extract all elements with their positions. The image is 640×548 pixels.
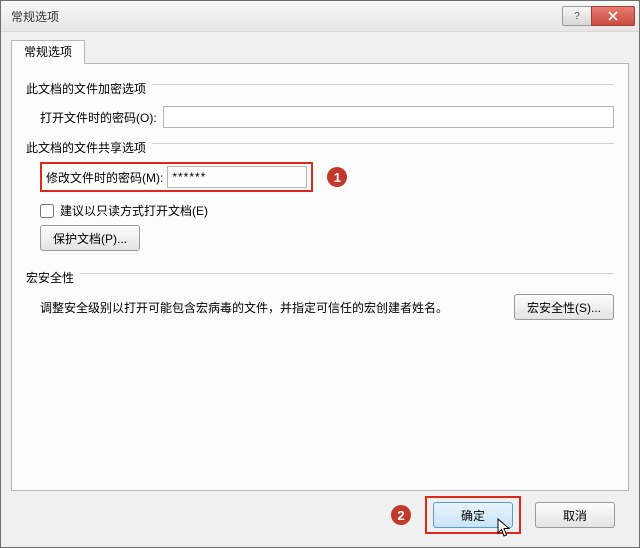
divider [152,143,614,144]
window-title: 常规选项 [11,8,563,25]
annotation-highlight-1: 修改文件时的密码(M): [40,162,313,192]
titlebar: 常规选项 ? [1,1,639,32]
annotation-callout-2: 2 [391,505,411,525]
open-password-row: 打开文件时的密码(O): [40,105,614,129]
close-icon [608,11,618,21]
divider [80,273,614,274]
modify-password-input[interactable] [167,166,307,188]
window-controls: ? [563,6,635,26]
readonly-checkbox[interactable] [40,204,54,218]
group-share-title: 此文档的文件共享选项 [26,139,146,156]
macro-security-button[interactable]: 宏安全性(S)... [514,294,614,320]
group-encrypt-header: 此文档的文件加密选项 [26,76,614,99]
modify-password-label: 修改文件时的密码(M): [46,169,163,186]
annotation-highlight-2: 确定 [425,496,521,534]
tab-general[interactable]: 常规选项 [11,40,85,64]
open-password-input[interactable] [163,106,614,128]
open-password-label: 打开文件时的密码(O): [40,109,157,126]
help-icon: ? [574,11,580,22]
tabstrip: 常规选项 [11,40,629,64]
divider [152,84,614,85]
macro-row: 调整安全级别以打开可能包含宏病毒的文件，并指定可信任的宏创建者姓名。 宏安全性(… [40,294,614,320]
annotation-callout-1: 1 [327,167,347,187]
readonly-row: 建议以只读方式打开文档(E) [40,202,614,219]
cancel-button[interactable]: 取消 [535,502,615,528]
close-button[interactable] [591,6,635,26]
modify-password-row: 修改文件时的密码(M): 1 [40,162,614,192]
group-macro-title: 宏安全性 [26,269,74,286]
tab-panel-general: 此文档的文件加密选项 打开文件时的密码(O): 此文档的文件共享选项 修改文件时… [11,63,629,491]
client-area: 常规选项 此文档的文件加密选项 打开文件时的密码(O): 此文档的文件共享选项 … [1,32,639,547]
help-button[interactable]: ? [562,6,592,26]
ok-button[interactable]: 确定 [433,502,513,528]
dialog-footer: 2 确定 取消 [11,491,629,539]
protect-document-button[interactable]: 保护文档(P)... [40,225,140,251]
group-encrypt-title: 此文档的文件加密选项 [26,80,146,97]
dialog-window: 常规选项 ? 常规选项 此文档的文件加密选项 打开文件时的密 [0,0,640,548]
group-share-header: 此文档的文件共享选项 [26,135,614,158]
group-macro-header: 宏安全性 [26,265,614,288]
macro-description: 调整安全级别以打开可能包含宏病毒的文件，并指定可信任的宏创建者姓名。 [40,299,514,316]
readonly-checkbox-label: 建议以只读方式打开文档(E) [60,202,208,219]
